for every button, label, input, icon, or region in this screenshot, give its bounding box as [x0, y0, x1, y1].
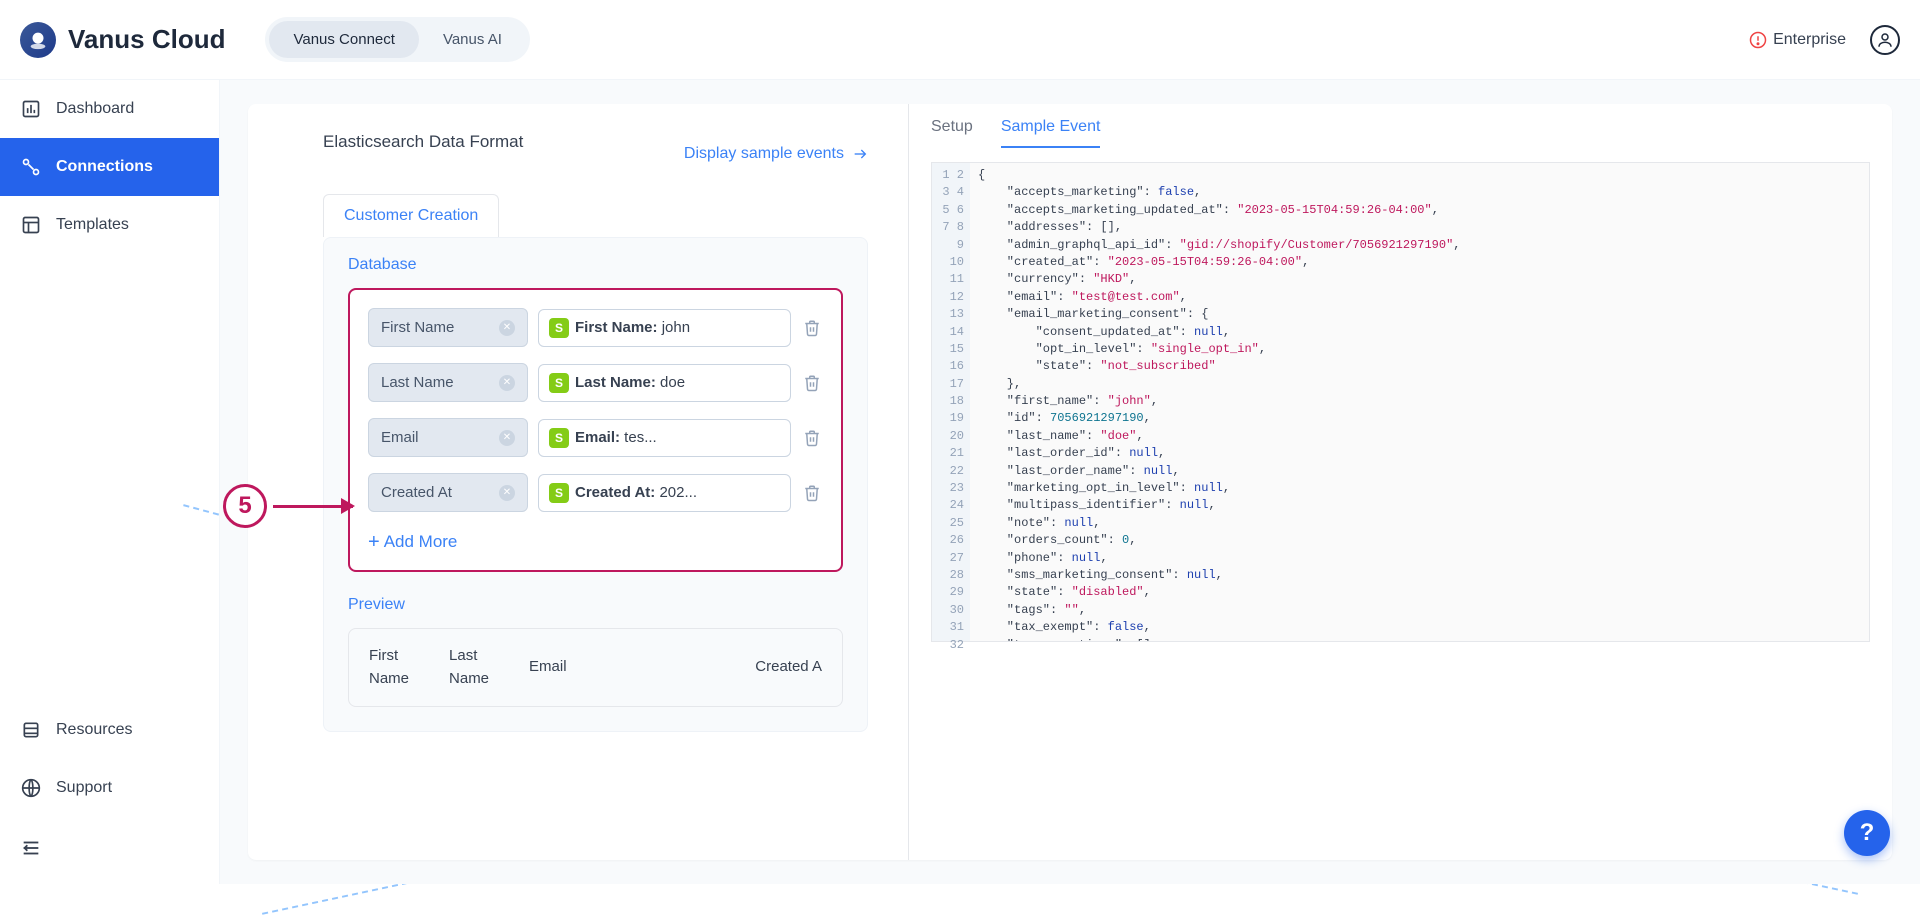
field-name-input[interactable]: First Name ✕ — [368, 308, 528, 347]
sidebar-item-connections[interactable]: Connections — [0, 138, 219, 196]
clear-icon[interactable]: ✕ — [499, 485, 515, 501]
delete-row-button[interactable] — [801, 429, 823, 447]
field-row: Last Name ✕ S Last Name: doe — [368, 363, 823, 402]
shopify-icon: S — [549, 373, 569, 393]
field-row: Email ✕ S Email: tes... — [368, 418, 823, 457]
preview-col-createdat: Created A — [755, 656, 822, 679]
dashboard-icon — [20, 98, 42, 120]
editor-card: 5 Elasticsearch Data Format Display samp… — [248, 104, 1892, 860]
main-content: 5 Elasticsearch Data Format Display samp… — [220, 80, 1920, 884]
brand[interactable]: Vanus Cloud — [20, 22, 225, 58]
field-source-input[interactable]: S Email: tes... — [538, 419, 791, 457]
plus-icon: + — [368, 532, 380, 552]
sidebar-item-label: Resources — [56, 721, 132, 739]
field-source-input[interactable]: S Created At: 202... — [538, 474, 791, 512]
app-header: Vanus Cloud Vanus Connect Vanus AI Enter… — [0, 0, 1920, 80]
sidebar-item-label: Support — [56, 779, 112, 797]
preview-table: FirstName LastName Email Created A — [348, 628, 843, 707]
right-tabs: Setup Sample Event — [931, 118, 1870, 148]
step-annotation: 5 — [223, 484, 353, 528]
preview-col-email: Email — [529, 656, 567, 679]
preview-label: Preview — [348, 596, 843, 614]
fields-list: First Name ✕ S First Name: john Last Nam… — [348, 288, 843, 572]
mapping-column: 5 Elasticsearch Data Format Display samp… — [248, 104, 908, 860]
trash-icon — [803, 374, 821, 392]
delete-row-button[interactable] — [801, 319, 823, 337]
shopify-icon: S — [549, 428, 569, 448]
clear-icon[interactable]: ✕ — [499, 430, 515, 446]
delete-row-button[interactable] — [801, 484, 823, 502]
shopify-icon: S — [549, 318, 569, 338]
tab-customer-creation[interactable]: Customer Creation — [323, 194, 499, 237]
field-row: First Name ✕ S First Name: john — [368, 308, 823, 347]
help-icon: ? — [1860, 819, 1875, 847]
add-more-label: Add More — [384, 532, 458, 552]
section-title: Elasticsearch Data Format — [323, 132, 523, 152]
clear-icon[interactable]: ✕ — [499, 320, 515, 336]
alert-icon — [1749, 31, 1767, 49]
connections-icon — [20, 156, 42, 178]
tab-setup[interactable]: Setup — [931, 118, 973, 148]
sidebar-item-resources[interactable]: Resources — [0, 701, 219, 759]
sidebar-collapse-button[interactable] — [0, 817, 219, 884]
tab-sample-event[interactable]: Sample Event — [1001, 118, 1101, 148]
sidebar-item-label: Templates — [56, 216, 129, 234]
clear-icon[interactable]: ✕ — [499, 375, 515, 391]
field-row: Created At ✕ S Created At: 202... — [368, 473, 823, 512]
sample-column: Setup Sample Event 1 2 3 4 5 6 7 8 9 10 … — [908, 104, 1892, 860]
templates-icon — [20, 214, 42, 236]
step-number: 5 — [223, 484, 267, 528]
nav-vanus-ai[interactable]: Vanus AI — [419, 21, 526, 58]
person-icon — [1876, 31, 1894, 49]
trash-icon — [803, 319, 821, 337]
sidebar-item-support[interactable]: Support — [0, 759, 219, 817]
trash-icon — [803, 484, 821, 502]
sidebar-item-templates[interactable]: Templates — [0, 196, 219, 254]
sidebar: Dashboard Connections Templates Resource… — [0, 80, 220, 884]
resources-icon — [20, 719, 42, 741]
support-icon — [20, 777, 42, 799]
collapse-icon — [20, 837, 42, 859]
panel-label: Database — [348, 256, 843, 274]
field-name-input[interactable]: Last Name ✕ — [368, 363, 528, 402]
sample-link-label: Display sample events — [684, 145, 844, 163]
display-sample-events-link[interactable]: Display sample events — [684, 145, 868, 163]
arrow-icon — [273, 505, 353, 508]
field-name-input[interactable]: Email ✕ — [368, 418, 528, 457]
add-more-button[interactable]: + Add More — [368, 528, 823, 552]
enterprise-link[interactable]: Enterprise — [1749, 31, 1846, 49]
arrow-right-icon — [852, 146, 868, 162]
line-gutter: 1 2 3 4 5 6 7 8 9 10 11 12 13 14 15 16 1… — [932, 163, 970, 641]
logo-icon — [20, 22, 56, 58]
brand-text: Vanus Cloud — [68, 24, 225, 55]
top-nav: Vanus Connect Vanus AI — [265, 17, 529, 62]
help-button[interactable]: ? — [1844, 810, 1890, 856]
json-viewer[interactable]: 1 2 3 4 5 6 7 8 9 10 11 12 13 14 15 16 1… — [931, 162, 1870, 642]
json-code: { "accepts_marketing": false, "accepts_m… — [970, 163, 1469, 641]
preview-col-lastname: LastName — [449, 645, 489, 690]
user-avatar[interactable] — [1870, 25, 1900, 55]
trash-icon — [803, 429, 821, 447]
enterprise-label: Enterprise — [1773, 31, 1846, 49]
nav-vanus-connect[interactable]: Vanus Connect — [269, 21, 418, 58]
form-panel: Database First Name ✕ S First Name: john… — [323, 237, 868, 732]
field-name-input[interactable]: Created At ✕ — [368, 473, 528, 512]
sidebar-item-label: Connections — [56, 158, 153, 176]
shopify-icon: S — [549, 483, 569, 503]
field-source-input[interactable]: S Last Name: doe — [538, 364, 791, 402]
sidebar-item-dashboard[interactable]: Dashboard — [0, 80, 219, 138]
sidebar-item-label: Dashboard — [56, 100, 134, 118]
field-source-input[interactable]: S First Name: john — [538, 309, 791, 347]
delete-row-button[interactable] — [801, 374, 823, 392]
preview-col-firstname: FirstName — [369, 645, 409, 690]
